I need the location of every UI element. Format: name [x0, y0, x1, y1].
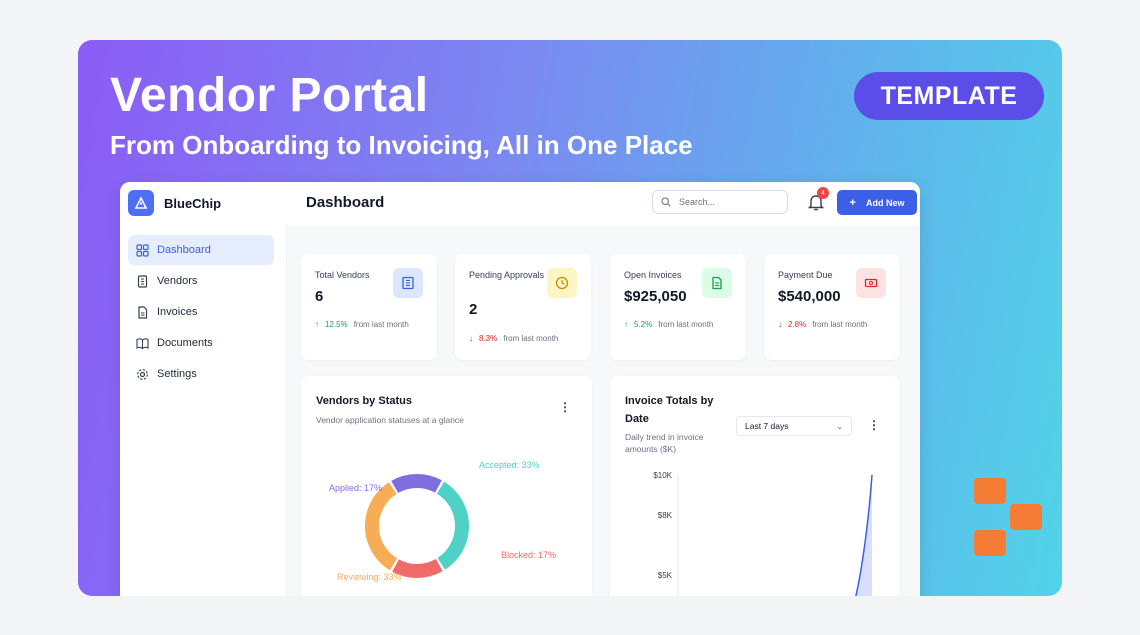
- card-title: Vendors by Status: [316, 395, 412, 407]
- app-window: BlueChip Dashboard 4 + Add New Dashboard…: [120, 182, 920, 596]
- card-subtitle-line: Daily trend in invoice: [625, 432, 704, 442]
- plus-icon: +: [849, 196, 856, 209]
- card-title-line: Date: [625, 413, 649, 425]
- banknote-icon: [856, 268, 886, 298]
- donut-slice-accepted: [436, 481, 469, 570]
- stat-change: ↓ 8.3% from last month: [469, 334, 558, 343]
- sidebar-item-dashboard[interactable]: Dashboard: [128, 235, 274, 265]
- stat-change-note: from last month: [658, 320, 714, 329]
- sidebar-item-vendors[interactable]: Vendors: [128, 266, 274, 296]
- y-tick-label: $10K: [653, 471, 672, 480]
- stat-change-note: from last month: [812, 320, 868, 329]
- stat-change-value: 2.8%: [788, 320, 807, 329]
- brand[interactable]: BlueChip: [128, 190, 221, 216]
- donut-label-blocked: Blocked: 17%: [501, 550, 556, 560]
- stat-change-value: 12.5%: [325, 320, 348, 329]
- building-icon: [393, 268, 423, 298]
- sidebar-item-label: Invoices: [157, 306, 198, 318]
- bluechip-logo-icon: [128, 190, 154, 216]
- book-icon: [136, 337, 149, 349]
- card-subtitle-line: amounts ($K): [625, 444, 677, 454]
- page-title: Dashboard: [306, 194, 385, 211]
- donut-slice-reviewing: [365, 482, 398, 571]
- donut-slice-blocked: [392, 558, 443, 578]
- arrow-down-icon: ↓: [469, 334, 473, 343]
- hero-subtitle: From Onboarding to Invoicing, All in One…: [110, 130, 693, 160]
- invoice-totals-card: Invoice Totals by Date Daily trend in in…: [610, 376, 900, 596]
- stat-change: ↓ 2.8% from last month: [778, 320, 867, 329]
- vendors-by-status-card: Vendors by Status Vendor application sta…: [301, 376, 592, 596]
- stat-value: $540,000: [778, 288, 841, 305]
- stat-change: ↑ 5.2% from last month: [624, 320, 713, 329]
- hero-banner: Vendor Portal From Onboarding to Invoici…: [78, 40, 1062, 596]
- sidebar-item-invoices[interactable]: Invoices: [128, 297, 274, 327]
- main-content: Total Vendors 6 ↑ 12.5% from last month …: [287, 226, 920, 596]
- search-input[interactable]: [677, 196, 781, 208]
- arrow-up-icon: ↑: [315, 320, 319, 329]
- brand-name: BlueChip: [164, 195, 222, 211]
- sidebar: Dashboard Vendors Invoices Documents Set…: [120, 226, 287, 596]
- donut-label-accepted: Accepted: 33%: [479, 460, 540, 470]
- card-subtitle: Vendor application statuses at a glance: [316, 415, 464, 425]
- invoice-area-chart: $10K$8K$5K$3K: [653, 471, 873, 596]
- brand-logo-icon: [974, 478, 1044, 560]
- clock-icon: [547, 268, 577, 298]
- stat-card-payment-due: Payment Due $540,000 ↓ 2.8% from last mo…: [764, 254, 900, 360]
- stat-change-note: from last month: [503, 334, 559, 343]
- stat-label: Open Invoices: [624, 270, 682, 280]
- stat-value: 2: [469, 301, 478, 318]
- search-box[interactable]: [652, 190, 788, 214]
- donut-label-applied: Applied: 17%: [329, 483, 382, 493]
- stat-value: $925,050: [624, 288, 687, 305]
- topbar: BlueChip Dashboard 4 + Add New: [120, 182, 920, 227]
- donut-slice-applied: [391, 474, 442, 494]
- add-new-label: Add New: [865, 197, 905, 208]
- notification-badge: 4: [817, 187, 829, 199]
- card-title-line: Invoice Totals by: [625, 395, 714, 407]
- stat-change-value: 8.3%: [479, 334, 498, 343]
- donut-label-reviewing: Reviewing: 33%: [337, 572, 402, 582]
- document-icon: [702, 268, 732, 298]
- date-range-select[interactable]: Last 7 days ⌄: [736, 416, 852, 436]
- stat-label: Pending Approvals: [469, 270, 545, 280]
- sidebar-item-label: Settings: [157, 368, 197, 380]
- hero-title: Vendor Portal: [110, 69, 429, 122]
- file-icon: [138, 305, 148, 319]
- stat-label: Total Vendors: [315, 270, 370, 280]
- arrow-up-icon: ↑: [624, 320, 628, 329]
- card-subtitle: Daily trend in invoice amounts ($K): [625, 431, 703, 455]
- stat-change-value: 5.2%: [634, 320, 653, 329]
- sidebar-item-label: Vendors: [157, 275, 198, 287]
- stat-value: 6: [315, 288, 324, 305]
- stat-card-pending-approvals: Pending Approvals 2 ↓ 8.3% from last mon…: [455, 254, 591, 360]
- vendors-donut-chart: Accepted: 33% Blocked: 17% Reviewing: 33% A…: [329, 460, 556, 582]
- kebab-menu-icon[interactable]: ⋮: [868, 418, 880, 432]
- template-badge: TEMPLATE: [854, 72, 1044, 120]
- sidebar-item-label: Documents: [157, 337, 213, 349]
- sidebar-item-settings[interactable]: Settings: [128, 359, 274, 389]
- stat-card-open-invoices: Open Invoices $925,050 ↑ 5.2% from last …: [610, 254, 746, 360]
- sidebar-item-documents[interactable]: Documents: [128, 328, 274, 358]
- arrow-down-icon: ↓: [778, 320, 782, 329]
- grid-icon: [136, 243, 149, 257]
- date-range-value: Last 7 days: [745, 421, 789, 431]
- stat-card-total-vendors: Total Vendors 6 ↑ 12.5% from last month: [301, 254, 437, 360]
- chevron-down-icon: ⌄: [836, 421, 843, 431]
- kebab-menu-icon[interactable]: ⋮: [559, 400, 571, 414]
- stat-change: ↑ 12.5% from last month: [315, 320, 409, 329]
- y-tick-label: $5K: [658, 571, 673, 580]
- card-title: Invoice Totals by Date: [625, 392, 713, 428]
- building-icon: [137, 274, 148, 288]
- area-fill: [855, 475, 872, 596]
- gear-icon: [137, 368, 148, 380]
- add-new-button[interactable]: + Add New: [837, 190, 917, 215]
- search-icon: [661, 197, 671, 207]
- stat-label: Payment Due: [778, 270, 833, 280]
- sidebar-item-label: Dashboard: [157, 244, 211, 256]
- y-tick-label: $8K: [658, 511, 673, 520]
- stat-change-note: from last month: [353, 320, 409, 329]
